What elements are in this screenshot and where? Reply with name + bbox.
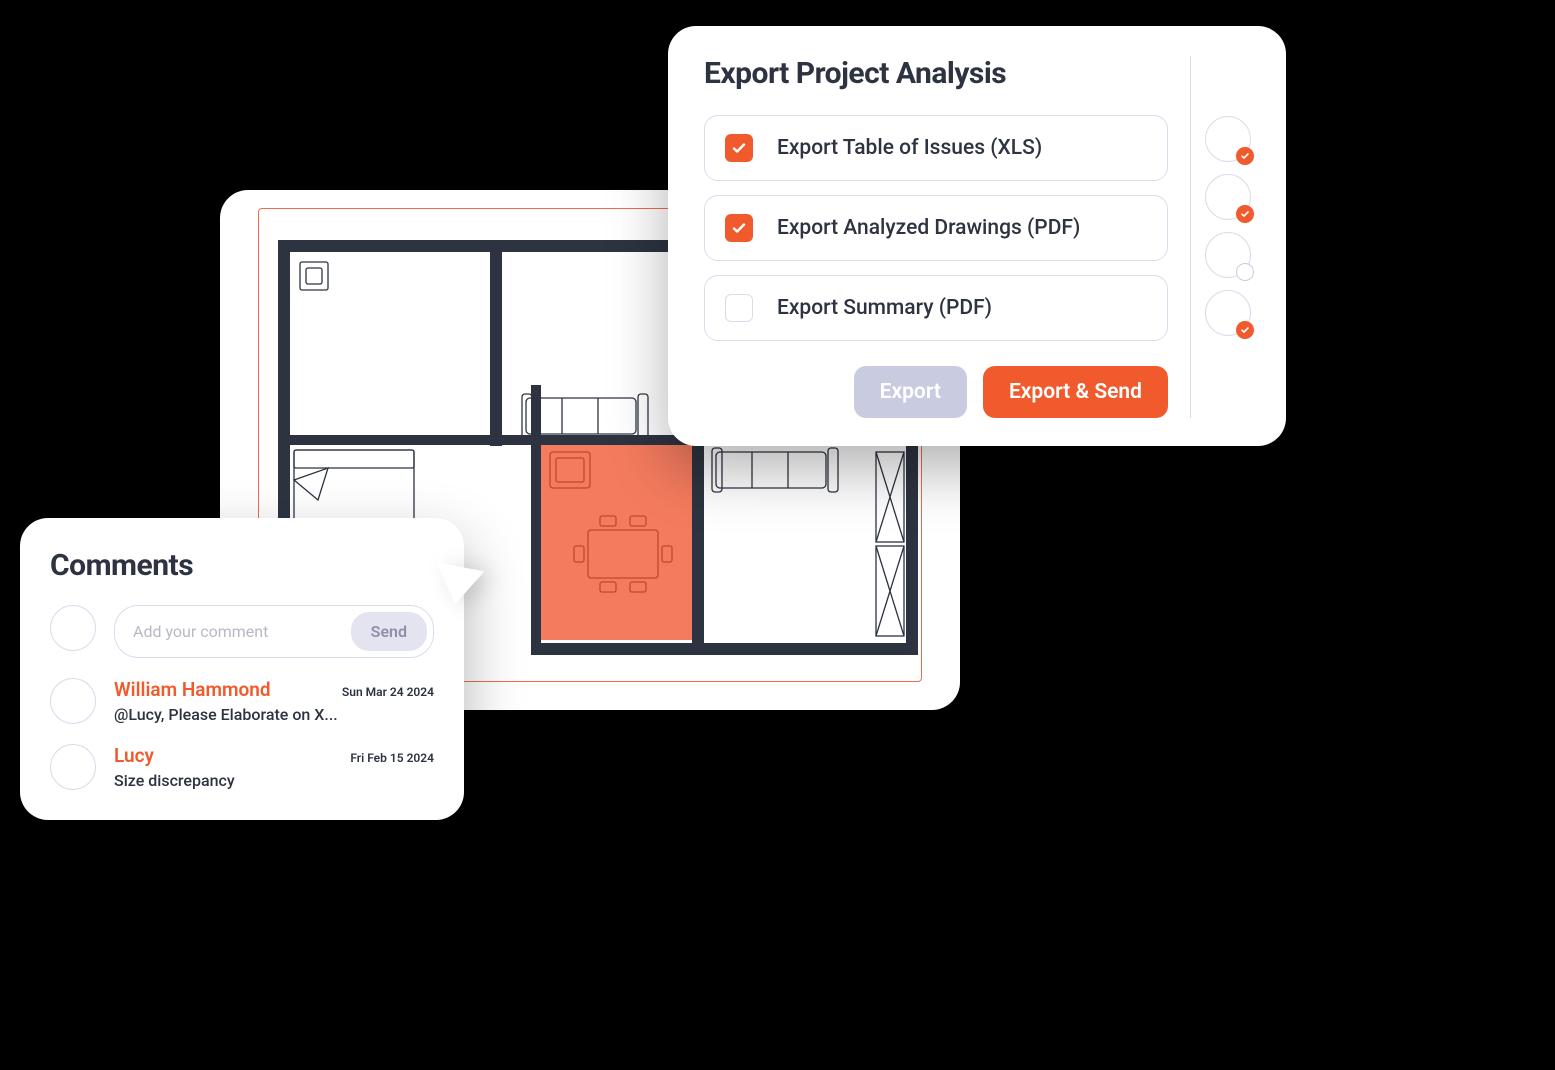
drawing-thumb[interactable] xyxy=(1205,174,1251,220)
comment-date: Sun Mar 24 2024 xyxy=(342,685,434,699)
comments-panel: Comments Send William Hammond Sun Mar 24… xyxy=(20,518,464,820)
drawing-thumb[interactable] xyxy=(1205,290,1251,336)
export-option-summary[interactable]: Export Summary (PDF) xyxy=(704,275,1168,341)
drawing-thumb[interactable] xyxy=(1205,116,1251,162)
export-title: Export Project Analysis xyxy=(704,56,1168,91)
comment-compose-row: Send xyxy=(50,605,434,658)
comment-date: Fri Feb 15 2024 xyxy=(350,751,434,765)
comments-title: Comments xyxy=(50,548,434,583)
comment-item: Lucy Fri Feb 15 2024 Size discrepancy xyxy=(50,744,434,790)
export-panel: Export Project Analysis Export Table of … xyxy=(668,26,1286,446)
export-option-drawings[interactable]: Export Analyzed Drawings (PDF) xyxy=(704,195,1168,261)
highlighted-room[interactable] xyxy=(538,445,700,640)
comment-input-wrap[interactable]: Send xyxy=(114,605,434,658)
export-send-button[interactable]: Export & Send xyxy=(983,366,1168,418)
comment-author: Lucy xyxy=(114,744,154,767)
avatar xyxy=(50,678,96,724)
export-option-label: Export Analyzed Drawings (PDF) xyxy=(777,216,1080,240)
status-dot-icon xyxy=(1236,263,1254,281)
checkbox-icon[interactable] xyxy=(725,134,753,162)
status-dot-icon xyxy=(1236,205,1254,223)
status-dot-icon xyxy=(1236,321,1254,339)
export-option-label: Export Table of Issues (XLS) xyxy=(777,136,1042,160)
avatar xyxy=(50,744,96,790)
comment-author: William Hammond xyxy=(114,678,271,701)
export-option-xls[interactable]: Export Table of Issues (XLS) xyxy=(704,115,1168,181)
comment-text: Size discrepancy xyxy=(114,771,434,790)
comment-item: William Hammond Sun Mar 24 2024 @Lucy, P… xyxy=(50,678,434,724)
drawing-thumb[interactable] xyxy=(1205,232,1251,278)
comment-text: @Lucy, Please Elaborate on X... xyxy=(114,705,434,724)
export-button[interactable]: Export xyxy=(854,366,967,418)
avatar xyxy=(50,605,96,651)
export-option-label: Export Summary (PDF) xyxy=(777,296,992,320)
checkbox-icon[interactable] xyxy=(725,214,753,242)
checkbox-icon[interactable] xyxy=(725,294,753,322)
send-button[interactable]: Send xyxy=(351,612,427,651)
status-dot-icon xyxy=(1236,147,1254,165)
export-thumbnails xyxy=(1190,56,1250,418)
comment-input[interactable] xyxy=(133,622,343,641)
